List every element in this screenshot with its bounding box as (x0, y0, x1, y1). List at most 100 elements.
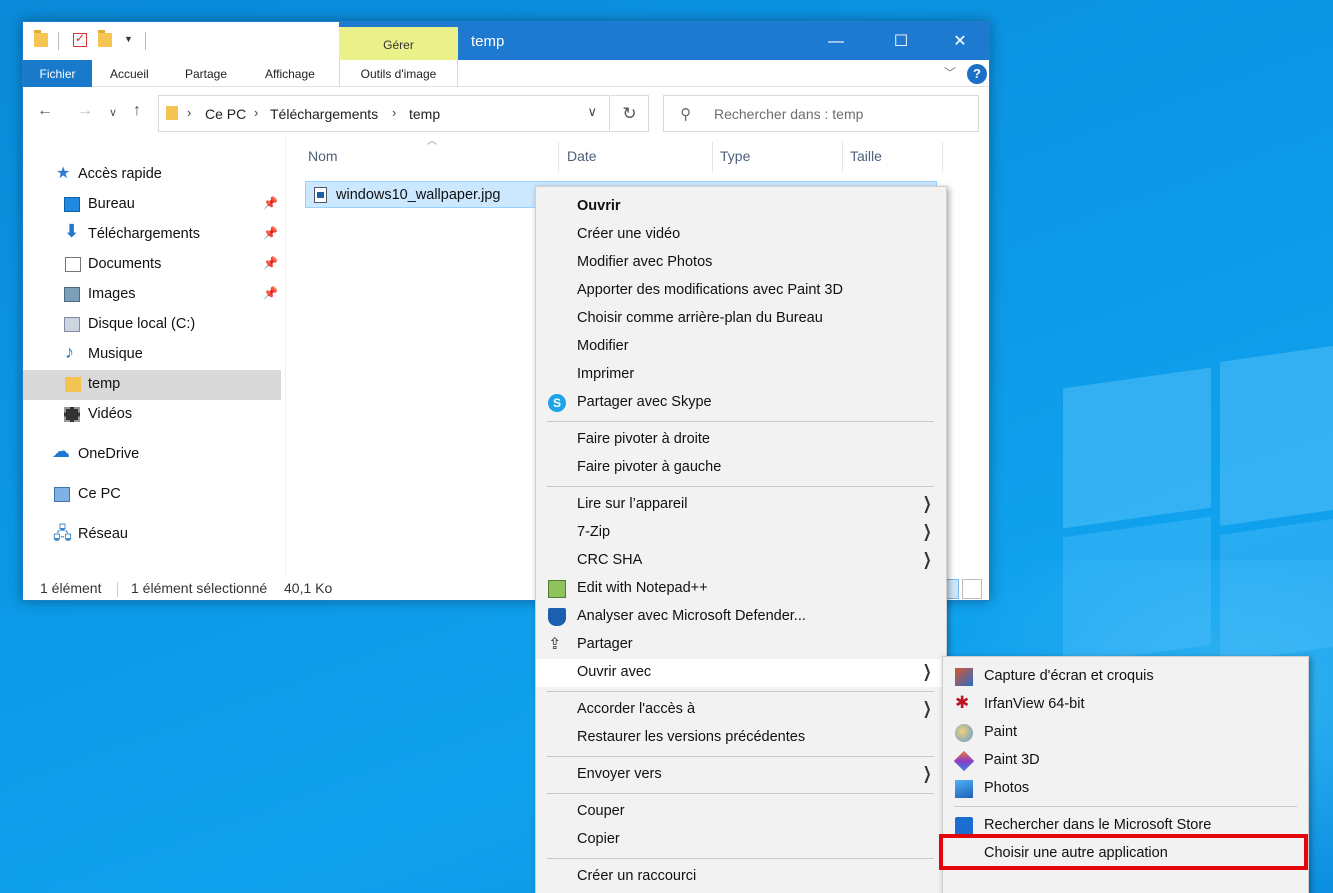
nav-item-telechargements[interactable]: ⬇ Téléchargements 📌 (23, 220, 281, 250)
tab-partage[interactable]: Partage (185, 60, 227, 87)
paint-icon (955, 724, 973, 742)
menu-item-skype[interactable]: S Partager avec Skype (536, 389, 946, 417)
nav-item-disque-local[interactable]: Disque local (C:) (23, 310, 281, 340)
menu-item-copier[interactable]: Copier (536, 826, 946, 854)
nav-reseau[interactable]: 🖧 Réseau (23, 520, 281, 550)
nav-item-bureau[interactable]: Bureau 📌 (23, 190, 281, 220)
submenu-item-irfanview[interactable]: ✱ IrfanView 64-bit (943, 690, 1308, 718)
folder-icon[interactable] (34, 30, 48, 47)
forward-arrow-icon[interactable]: → (77, 102, 93, 120)
refresh-icon[interactable]: ↻ (611, 95, 649, 132)
column-header-taille[interactable]: Taille (850, 148, 882, 164)
selection-size: 40,1 Ko (284, 580, 333, 596)
maximize-button[interactable]: ☐ (878, 28, 924, 56)
nav-ce-pc[interactable]: Ce PC (23, 480, 281, 510)
nav-item-documents[interactable]: Documents 📌 (23, 250, 281, 280)
tab-fichier[interactable]: Fichier (23, 60, 92, 87)
menu-item-creer-video[interactable]: Créer une vidéo (536, 221, 946, 249)
address-dropdown-icon[interactable]: ∨ (587, 104, 597, 120)
expand-ribbon-icon[interactable]: ﹀ (944, 64, 956, 81)
column-separator[interactable] (842, 142, 843, 172)
image-file-icon (314, 187, 327, 203)
minimize-button[interactable]: — (813, 28, 859, 56)
navigation-pane: ★ Accès rapide Bureau 📌 ⬇ Téléchargement… (23, 138, 285, 578)
close-button[interactable]: ✕ (937, 28, 983, 56)
menu-item-arriere-plan[interactable]: Choisir comme arrière-plan du Bureau (536, 305, 946, 333)
tab-accueil[interactable]: Accueil (110, 60, 149, 87)
menu-item-pivoter-gauche[interactable]: Faire pivoter à gauche (536, 454, 946, 482)
manage-contextual-tab[interactable]: Gérer (339, 27, 458, 60)
nav-item-videos[interactable]: Vidéos (23, 400, 281, 430)
breadcrumb-ce-pc[interactable]: Ce PC (205, 106, 246, 122)
column-separator[interactable] (558, 142, 559, 172)
windows-logo-pane (1220, 519, 1333, 663)
tab-affichage[interactable]: Affichage (265, 60, 315, 87)
nav-quick-access[interactable]: ★ Accès rapide (23, 160, 281, 190)
submenu-item-paint3d[interactable]: Paint 3D (943, 746, 1308, 774)
menu-item-raccourci[interactable]: Créer un raccourci (536, 863, 946, 891)
nav-item-temp[interactable]: temp (23, 370, 281, 400)
windows-logo-pane (1220, 346, 1333, 526)
menu-item-notepadpp[interactable]: Edit with Notepad++ (536, 575, 946, 603)
menu-item-modifier[interactable]: Modifier (536, 333, 946, 361)
properties-icon[interactable] (73, 31, 87, 47)
title-bar[interactable]: ▼ Gérer temp — ☐ ✕ (23, 22, 989, 60)
snip-sketch-icon (955, 668, 973, 686)
large-icons-view-icon[interactable] (962, 579, 982, 599)
nav-item-images[interactable]: Images 📌 (23, 280, 281, 310)
submenu-item-photos[interactable]: Photos (943, 774, 1308, 802)
menu-item-envoyer-vers[interactable]: Envoyer vers ❯ (536, 761, 946, 789)
recent-locations-icon[interactable]: ∨ (109, 106, 117, 119)
submenu-item-capture[interactable]: Capture d'écran et croquis (943, 662, 1308, 690)
breadcrumb-chevron-icon[interactable]: › (187, 105, 191, 120)
column-separator[interactable] (942, 142, 943, 172)
music-icon: ♪ (65, 342, 74, 362)
nav-onedrive[interactable]: ☁ OneDrive (23, 440, 281, 470)
customize-toolbar-icon[interactable]: ▼ (124, 34, 133, 44)
submenu-item-paint[interactable]: Paint (943, 718, 1308, 746)
menu-item-lire-appareil[interactable]: Lire sur l’appareil ❯ (536, 491, 946, 519)
menu-label: Faire pivoter à gauche (577, 459, 722, 475)
up-arrow-icon[interactable]: ↑ (133, 102, 141, 120)
menu-item-crc-sha[interactable]: CRC SHA ❯ (536, 547, 946, 575)
menu-item-ouvrir[interactable]: Ouvrir (536, 193, 946, 221)
menu-item-partager[interactable]: ⇪ Partager (536, 631, 946, 659)
pin-icon[interactable]: 📌 (263, 286, 278, 300)
nav-item-musique[interactable]: ♪ Musique (23, 340, 281, 370)
help-button[interactable]: ? (967, 64, 987, 84)
search-input[interactable]: ⚲ Rechercher dans : temp (663, 95, 979, 132)
pin-icon[interactable]: 📌 (263, 196, 278, 210)
computer-icon (54, 487, 70, 502)
column-header-type[interactable]: Type (720, 148, 750, 164)
menu-item-7zip[interactable]: 7-Zip ❯ (536, 519, 946, 547)
menu-item-ouvrir-avec[interactable]: Ouvrir avec ❯ (536, 659, 946, 687)
breadcrumb-chevron-icon[interactable]: › (254, 105, 258, 120)
menu-item-pivoter-droite[interactable]: Faire pivoter à droite (536, 426, 946, 454)
menu-item-imprimer[interactable]: Imprimer (536, 361, 946, 389)
new-folder-icon[interactable] (98, 30, 112, 47)
menu-item-restaurer[interactable]: Restaurer les versions précédentes (536, 724, 946, 752)
breadcrumb-telechargements[interactable]: Téléchargements (270, 106, 378, 122)
windows-logo-pane (1063, 367, 1211, 529)
tab-outils-image[interactable]: Outils d'image (339, 60, 458, 87)
menu-item-paint3d[interactable]: Apporter des modifications avec Paint 3D (536, 277, 946, 305)
address-bar[interactable]: › Ce PC › Téléchargements › temp ∨ (158, 95, 610, 132)
menu-item-couper[interactable]: Couper (536, 798, 946, 826)
menu-label: Ouvrir (577, 198, 621, 214)
back-arrow-icon[interactable]: ← (37, 102, 53, 120)
pin-icon[interactable]: 📌 (263, 226, 278, 240)
menu-item-modifier-photos[interactable]: Modifier avec Photos (536, 249, 946, 277)
submenu-label: Capture d'écran et croquis (984, 668, 1154, 684)
chevron-right-icon: ❯ (922, 494, 932, 513)
menu-label: Envoyer vers (577, 766, 662, 782)
column-separator[interactable] (712, 142, 713, 172)
column-header-nom[interactable]: Nom (308, 148, 338, 164)
breadcrumb-chevron-icon[interactable]: › (392, 105, 396, 120)
nav-label: OneDrive (78, 446, 140, 462)
network-icon: 🖧 (53, 524, 72, 543)
column-header-date[interactable]: Date (567, 148, 597, 164)
pin-icon[interactable]: 📌 (263, 256, 278, 270)
breadcrumb-temp[interactable]: temp (409, 106, 440, 122)
menu-item-defender[interactable]: Analyser avec Microsoft Defender... (536, 603, 946, 631)
menu-item-accorder-acces[interactable]: Accorder l'accès à ❯ (536, 696, 946, 724)
